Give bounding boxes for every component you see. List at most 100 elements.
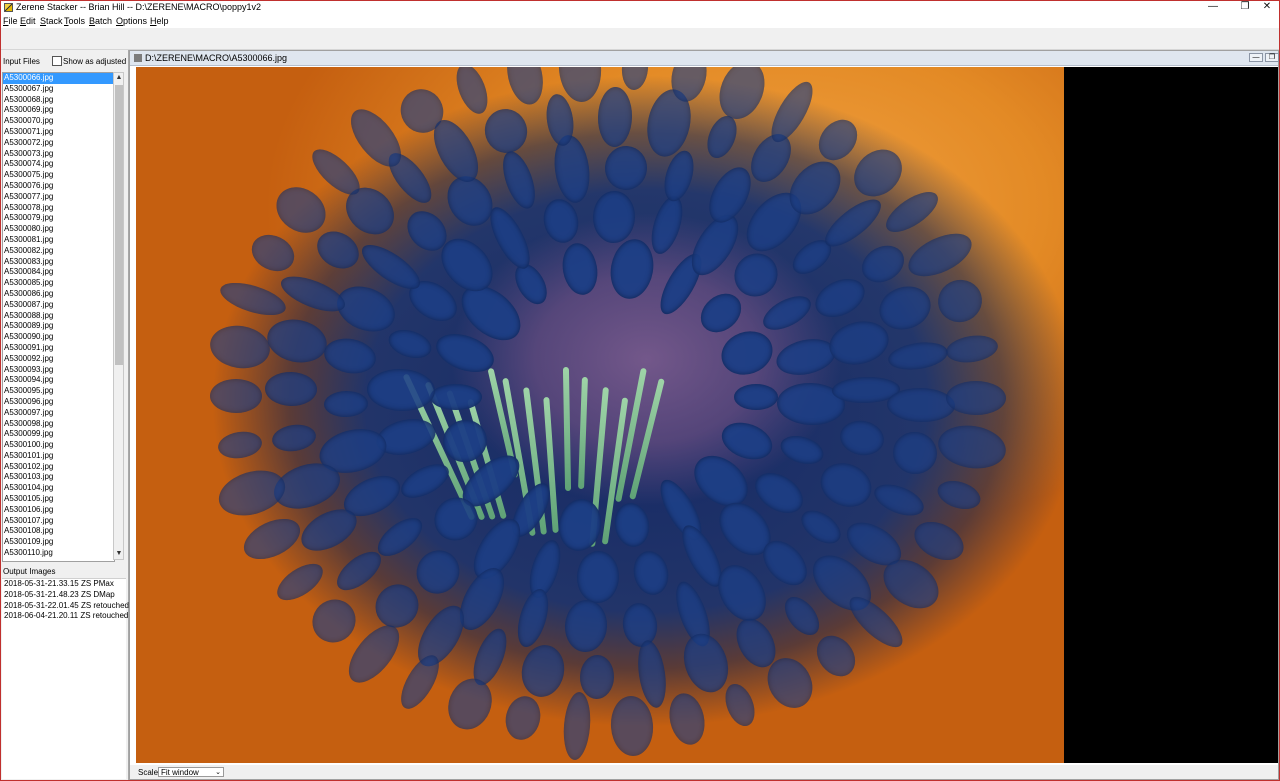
files-scrollbar[interactable]: ▲ ▼ bbox=[113, 72, 124, 560]
poppy-stamen bbox=[591, 190, 636, 244]
file-row[interactable]: A5300078.jpg bbox=[3, 203, 114, 214]
menu-file[interactable]: File bbox=[3, 16, 18, 26]
minimize-button[interactable]: — bbox=[1201, 1, 1225, 13]
poppy-stamen bbox=[440, 671, 499, 736]
file-row[interactable]: A5300077.jpg bbox=[3, 192, 114, 203]
output-images-label: Output Images bbox=[3, 567, 56, 576]
frame-maximize-button[interactable]: ❐ bbox=[1265, 53, 1279, 62]
input-files-list[interactable]: A5300066.jpg A5300067.jpg A5300068.jpg A530… bbox=[2, 72, 115, 562]
poppy-stamen bbox=[429, 383, 483, 411]
poppy-stamen bbox=[561, 691, 593, 761]
file-row[interactable]: A5300103.jpg bbox=[3, 472, 114, 483]
file-row[interactable]: A5300094.jpg bbox=[3, 375, 114, 386]
poppy-stamen bbox=[824, 315, 893, 371]
file-row[interactable]: A5300069.jpg bbox=[3, 105, 114, 116]
scroll-thumb[interactable] bbox=[115, 85, 123, 365]
file-row[interactable]: A5300072.jpg bbox=[3, 138, 114, 149]
menu-tools[interactable]: Tools bbox=[64, 16, 85, 26]
output-row[interactable]: 2018-06-04-21.20.11 ZS retouched bbox=[2, 611, 128, 622]
poppy-stamen bbox=[393, 649, 447, 715]
file-row[interactable]: A5300097.jpg bbox=[3, 408, 114, 419]
scroll-up-icon[interactable]: ▲ bbox=[114, 73, 124, 83]
file-row[interactable]: A5300081.jpg bbox=[3, 235, 114, 246]
file-row[interactable]: A5300073.jpg bbox=[3, 149, 114, 160]
file-row[interactable]: A5300088.jpg bbox=[3, 311, 114, 322]
poppy-stamen bbox=[814, 455, 879, 514]
file-row[interactable]: A5300083.jpg bbox=[3, 257, 114, 268]
show-adjusted-label[interactable]: Show as adjusted bbox=[63, 57, 126, 66]
menu-stack[interactable]: Stack bbox=[40, 16, 63, 26]
file-row[interactable]: A5300101.jpg bbox=[3, 451, 114, 462]
file-row[interactable]: A5300095.jpg bbox=[3, 386, 114, 397]
poppy-stamen bbox=[880, 184, 945, 240]
poppy-stamen bbox=[539, 196, 582, 247]
scale-label: Scale bbox=[138, 768, 159, 777]
poppy-stamen bbox=[620, 67, 650, 91]
poppy-stamen bbox=[303, 590, 365, 652]
output-row[interactable]: 2018-05-31-22.01.45 ZS retouched bbox=[2, 601, 129, 612]
restore-button[interactable]: ❐ bbox=[1233, 1, 1257, 13]
show-adjusted-checkbox[interactable] bbox=[52, 56, 62, 66]
poppy-stamen bbox=[609, 694, 656, 758]
file-row[interactable]: A5300079.jpg bbox=[3, 213, 114, 224]
image-frame-title-bar[interactable]: D:\ZERENE\MACRO\A5300066.jpg — ❐ bbox=[130, 51, 1279, 66]
file-row[interactable]: A5300105.jpg bbox=[3, 494, 114, 505]
file-row[interactable]: A5300070.jpg bbox=[3, 116, 114, 127]
file-row[interactable]: A5300090.jpg bbox=[3, 332, 114, 343]
file-row[interactable]: A5300102.jpg bbox=[3, 462, 114, 473]
file-row[interactable]: A5300109.jpg bbox=[3, 537, 114, 548]
file-row[interactable]: A5300096.jpg bbox=[3, 397, 114, 408]
menu-options[interactable]: Options bbox=[116, 16, 147, 26]
poppy-stamen bbox=[508, 258, 554, 310]
output-images-list[interactable]: 2018-05-31-21.33.15 ZS PMax 2018-05-31-21… bbox=[2, 578, 129, 779]
menu-help[interactable]: Help bbox=[150, 16, 169, 26]
poppy-stamen bbox=[517, 641, 569, 701]
file-row[interactable]: A5300106.jpg bbox=[3, 505, 114, 516]
file-row[interactable]: A5300104.jpg bbox=[3, 483, 114, 494]
file-row[interactable]: A5300074.jpg bbox=[3, 159, 114, 170]
image-viewer[interactable] bbox=[136, 67, 1278, 763]
app-window: Zerene Stacker -- Brian Hill -- D:\ZEREN… bbox=[0, 0, 1280, 781]
file-row[interactable]: A5300108.jpg bbox=[3, 526, 114, 537]
frame-minimize-button[interactable]: — bbox=[1249, 53, 1263, 62]
file-row[interactable]: A5300075.jpg bbox=[3, 170, 114, 181]
file-row[interactable]: A5300082.jpg bbox=[3, 246, 114, 257]
file-row[interactable]: A5300107.jpg bbox=[3, 516, 114, 527]
output-row[interactable]: 2018-05-31-21.48.23 ZS DMap bbox=[2, 590, 126, 601]
file-row[interactable]: A5300091.jpg bbox=[3, 343, 114, 354]
poppy-stamen bbox=[808, 627, 863, 684]
file-row[interactable]: A5300086.jpg bbox=[3, 289, 114, 300]
file-row[interactable]: A5300085.jpg bbox=[3, 278, 114, 289]
file-row[interactable]: A5300100.jpg bbox=[3, 440, 114, 451]
file-row[interactable]: A5300080.jpg bbox=[3, 224, 114, 235]
file-row[interactable]: A5300068.jpg bbox=[3, 95, 114, 106]
file-row[interactable]: A5300076.jpg bbox=[3, 181, 114, 192]
file-row[interactable]: A5300071.jpg bbox=[3, 127, 114, 138]
poppy-stamen bbox=[558, 240, 602, 298]
output-row[interactable]: 2018-05-31-21.33.15 ZS PMax bbox=[2, 579, 126, 590]
title-bar[interactable]: Zerene Stacker -- Brian Hill -- D:\ZEREN… bbox=[1, 1, 1279, 14]
window-title: Zerene Stacker -- Brian Hill -- D:\ZEREN… bbox=[16, 2, 262, 12]
poppy-stamen bbox=[776, 431, 827, 470]
close-button[interactable]: ✕ bbox=[1255, 1, 1279, 13]
file-row[interactable]: A5300099.jpg bbox=[3, 429, 114, 440]
menu-batch[interactable]: Batch bbox=[89, 16, 112, 26]
menu-edit[interactable]: Edit bbox=[20, 16, 36, 26]
file-row[interactable]: A5300110.jpg bbox=[3, 548, 114, 559]
poppy-stamen bbox=[270, 556, 329, 608]
file-row[interactable]: A5300093.jpg bbox=[3, 365, 114, 376]
file-row[interactable]: A5300066.jpg bbox=[3, 73, 114, 84]
poppy-stamen bbox=[309, 224, 366, 277]
file-row[interactable]: A5300084.jpg bbox=[3, 267, 114, 278]
file-row[interactable]: A5300092.jpg bbox=[3, 354, 114, 365]
input-files-label: Input Files bbox=[3, 57, 40, 66]
file-row[interactable]: A5300067.jpg bbox=[3, 84, 114, 95]
file-row[interactable]: A5300087.jpg bbox=[3, 300, 114, 311]
scroll-down-icon[interactable]: ▼ bbox=[114, 549, 124, 559]
scale-select[interactable]: Fit window ⌄ bbox=[158, 767, 224, 777]
file-row[interactable]: A5300089.jpg bbox=[3, 321, 114, 332]
poppy-stamen bbox=[606, 235, 658, 303]
poppy-stamen bbox=[407, 541, 468, 603]
poppy-stamen bbox=[886, 386, 956, 423]
file-row[interactable]: A5300098.jpg bbox=[3, 419, 114, 430]
